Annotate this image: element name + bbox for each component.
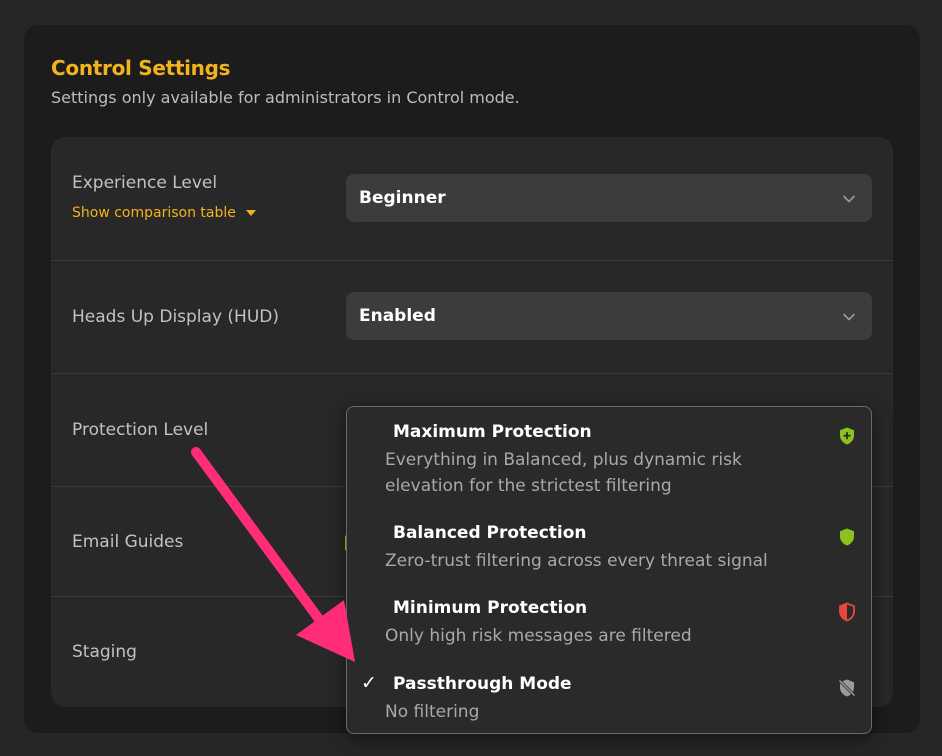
option-title: Balanced Protection	[393, 523, 587, 543]
option-maximum-protection[interactable]: Maximum Protection Everything in Balance…	[347, 407, 870, 507]
email-guides-label: Email Guides	[72, 532, 184, 552]
experience-level-select[interactable]: Beginner	[346, 174, 872, 222]
option-title: Passthrough Mode	[393, 674, 572, 694]
shield-off-icon	[838, 679, 856, 697]
hud-label: Heads Up Display (HUD)	[72, 307, 279, 327]
hud-row: Heads Up Display (HUD) Enabled	[51, 261, 893, 374]
option-title: Minimum Protection	[393, 598, 588, 618]
experience-level-label: Experience Level	[72, 173, 218, 193]
hud-value: Enabled	[359, 306, 436, 326]
experience-level-value: Beginner	[359, 188, 446, 208]
option-description: Zero-trust filtering across every threat…	[385, 551, 768, 571]
option-title: Maximum Protection	[393, 422, 592, 442]
option-minimum-protection[interactable]: Minimum Protection Only high risk messag…	[347, 583, 870, 659]
option-description: Everything in Balanced, plus dynamic ris…	[385, 450, 742, 496]
chevron-down-icon	[843, 195, 855, 203]
protection-level-dropdown: Maximum Protection Everything in Balance…	[346, 406, 872, 734]
shield-half-icon	[839, 602, 855, 622]
staging-label: Staging	[72, 642, 137, 662]
show-comparison-table-link[interactable]: Show comparison table	[72, 205, 256, 221]
option-description: No filtering	[385, 702, 480, 722]
checkmark-icon: ✓	[361, 672, 377, 694]
hud-select[interactable]: Enabled	[346, 292, 872, 340]
shield-plus-icon	[840, 427, 854, 445]
option-passthrough-mode[interactable]: ✓ Passthrough Mode No filtering	[347, 659, 870, 733]
chevron-down-icon	[843, 313, 855, 321]
panel-subtitle: Settings only available for administrato…	[51, 88, 520, 107]
shield-icon	[840, 528, 854, 546]
experience-level-row: Experience Level Show comparison table B…	[51, 137, 893, 261]
panel-title: Control Settings	[51, 56, 231, 80]
option-balanced-protection[interactable]: Balanced Protection Zero-trust filtering…	[347, 507, 870, 583]
show-comparison-table-label: Show comparison table	[72, 205, 236, 221]
protection-level-label: Protection Level	[72, 420, 209, 440]
option-description: Only high risk messages are filtered	[385, 626, 692, 646]
caret-down-icon	[245, 210, 256, 216]
